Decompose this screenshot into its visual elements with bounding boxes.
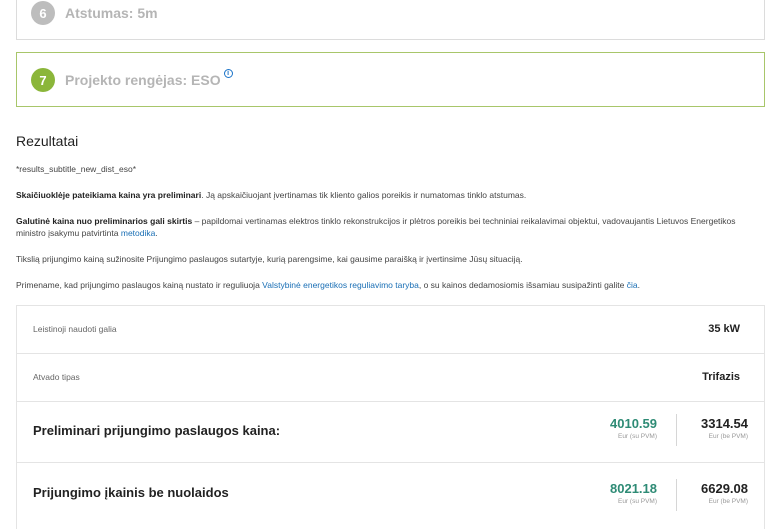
table-row: Preliminari prijungimo paslaugos kaina: … — [17, 402, 764, 463]
price-unit: Eur (be PVM) — [708, 498, 748, 505]
price-unit: Eur (be PVM) — [708, 433, 748, 440]
regulator-note-end: . — [637, 280, 641, 290]
details-link[interactable]: čia — [627, 280, 638, 290]
regulator-link[interactable]: Valstybinė energetikos reguliavimo taryb… — [262, 280, 419, 290]
price-value: 8021.18 — [610, 481, 657, 496]
results-subtitle: *results_subtitle_new_dist_eso* — [16, 164, 137, 174]
preliminary-note-bold: Skaičiuoklėje pateikiama kaina yra preli… — [16, 190, 202, 200]
final-price-note-end: . — [155, 228, 158, 238]
table-row: Atvado tipas Trifazis — [17, 354, 764, 402]
preliminary-note-text: . Ją apskaičiuojant įvertinamas tik klie… — [201, 190, 527, 200]
preliminary-price-label: Preliminari prijungimo paslaugos kaina: — [33, 423, 281, 438]
price-unit: Eur (su PVM) — [617, 433, 657, 440]
step-title-text: Projekto rengėjas: ESO — [65, 72, 221, 88]
table-row: Prijungimo įkainis be nuolaidos 8021.18 … — [17, 463, 764, 529]
info-icon[interactable]: i — [223, 69, 233, 78]
full-price-novat: 6629.08 Eur (be PVM) — [701, 481, 748, 505]
regulator-note-mid: , o su kainos dedamosiomis išsamiau susi… — [418, 280, 627, 290]
step-6-card[interactable]: 6 Atstumas: 5m — [16, 0, 765, 40]
input-type-value: Trifazis — [702, 371, 740, 383]
final-price-note: Galutinė kaina nuo preliminarios gali sk… — [16, 215, 746, 239]
step-number-badge: 6 — [31, 1, 55, 25]
final-price-note-bold: Galutinė kaina nuo preliminarios gali sk… — [16, 216, 193, 226]
price-value: 3314.54 — [701, 416, 748, 431]
results-table: Leistinoji naudoti galia 35 kW Atvado ti… — [16, 305, 765, 529]
price-unit: Eur (su PVM) — [617, 498, 657, 505]
regulator-note: Primename, kad prijungimo paslaugos kain… — [16, 279, 746, 291]
divider — [676, 414, 677, 446]
step-7-card[interactable]: 7 Projekto rengėjas: ESO i — [16, 52, 765, 107]
step-title: Projekto rengėjas: ESO i — [65, 69, 233, 88]
step-number-badge: 7 — [31, 68, 55, 92]
full-price-vat: 8021.18 Eur (su PVM) — [610, 481, 657, 505]
results-heading: Rezultatai — [16, 133, 79, 149]
methodology-link[interactable]: metodika — [121, 228, 156, 238]
regulator-note-text: Primename, kad prijungimo paslaugos kain… — [16, 280, 263, 290]
price-value: 6629.08 — [701, 481, 748, 496]
price-value: 4010.59 — [610, 416, 657, 431]
exact-price-note: Tikslią prijungimo kainą sužinosite Prij… — [16, 254, 523, 264]
power-value: 35 kW — [708, 323, 740, 335]
input-type-label: Atvado tipas — [33, 372, 80, 382]
preliminary-price-vat: 4010.59 Eur (su PVM) — [610, 416, 657, 440]
power-label: Leistinoji naudoti galia — [33, 324, 117, 334]
divider — [676, 479, 677, 511]
step-title: Atstumas: 5m — [65, 5, 158, 21]
table-row: Leistinoji naudoti galia 35 kW — [17, 306, 764, 354]
preliminary-price-novat: 3314.54 Eur (be PVM) — [701, 416, 748, 440]
full-price-label: Prijungimo įkainis be nuolaidos — [33, 485, 229, 500]
preliminary-note: Skaičiuoklėje pateikiama kaina yra preli… — [16, 189, 746, 201]
